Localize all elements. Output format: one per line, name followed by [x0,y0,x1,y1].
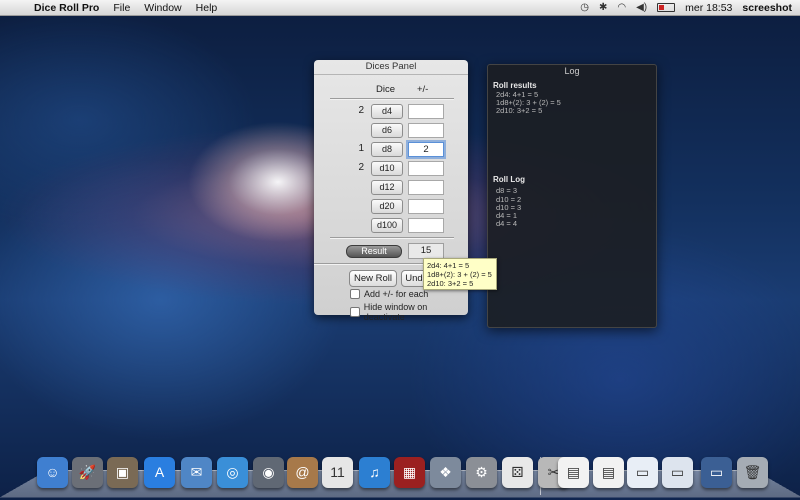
checkbox-box[interactable] [350,307,360,317]
d10-button[interactable]: d10 [371,161,403,176]
dice-icon[interactable]: ⚄ [502,457,533,488]
dice-row-d20: d20 [314,198,468,214]
status-area: ◷ ✱ ◠ ◀) mer 18:53 screeshot [580,0,792,15]
wifi-icon[interactable]: ◠ [617,2,626,13]
dice-row-d8: 1 d8 2 [314,141,468,157]
window-icon-2[interactable]: ▭ [662,457,693,488]
launchpad-icon[interactable]: 🚀 [72,457,103,488]
battery-icon[interactable] [657,3,676,12]
checkbox-label: Add +/- for each [364,289,429,299]
clock[interactable]: mer 18:53 [685,2,732,14]
trash-icon[interactable]: 🗑 [737,457,768,488]
finder-icon[interactable]: ☺ [37,457,68,488]
dice-count: 2 [358,105,364,116]
log-line: d4 = 4 [496,219,518,228]
dice-row-d4: 2 d4 [314,103,468,119]
add-modifier-checkbox[interactable]: Add +/- for each [350,289,428,299]
result-line: 2d10: 3+2 = 5 [496,106,543,115]
col-mod-header: +/- [417,84,429,95]
hide-window-checkbox[interactable]: Hide window on deactivate [350,302,468,322]
app-menu[interactable]: Dice Roll Pro [34,2,99,14]
d4-modifier-field[interactable] [408,104,444,119]
facetime-icon[interactable]: ◉ [253,457,284,488]
menu-bar: Dice Roll Pro File Window Help ◷ ✱ ◠ ◀) … [0,0,800,16]
address-book-icon[interactable]: @ [287,457,318,488]
d6-modifier-field[interactable] [408,123,444,138]
calendar-icon[interactable]: 11 [322,457,353,488]
checkbox-label: Hide window on deactivate [363,302,428,322]
tooltip-line: 1d8+(2): 3 + (2) = 5 [427,270,492,279]
bluetooth-icon[interactable]: ✱ [599,2,607,13]
dice-row-d100: d100 [314,217,468,233]
log-window: Log Roll results 2d4: 4+1 = 5 1d8+(2): 3… [487,64,657,328]
app-store-icon[interactable]: A [144,457,175,488]
window-icon[interactable]: ▭ [627,457,658,488]
divider [330,98,454,100]
roll-log-heading: Roll Log [493,175,525,184]
log-line: d8 = 3 [496,186,518,195]
volume-icon[interactable]: ◀) [636,2,647,13]
time-machine-icon[interactable]: ◷ [580,2,589,13]
d8-modifier-field[interactable]: 2 [408,142,444,157]
desktop-icon[interactable]: ▭ [701,457,732,488]
new-roll-button[interactable]: New Roll [349,270,397,287]
d20-modifier-field[interactable] [408,199,444,214]
result-value: 15 [408,243,444,259]
document-icon[interactable]: ▤ [558,457,589,488]
result-tooltip: 2d4: 4+1 = 5 1d8+(2): 3 + (2) = 5 2d10: … [423,258,497,290]
roll-results-heading: Roll results [493,81,537,90]
panel-title: Dices Panel [314,60,468,75]
d100-modifier-field[interactable] [408,218,444,233]
d12-button[interactable]: d12 [371,180,403,195]
d10-modifier-field[interactable] [408,161,444,176]
dice-count: 2 [358,162,364,173]
dice-count: 1 [358,143,364,154]
dice-row-d10: 2 d10 [314,160,468,176]
menu-window[interactable]: Window [144,2,181,14]
system-preferences-icon[interactable]: ⚙ [466,457,497,488]
safari-icon[interactable]: ◎ [217,457,248,488]
dice-row-d12: d12 [314,179,468,195]
itunes-icon[interactable]: ♫ [359,457,390,488]
result-button[interactable]: Result [346,245,402,258]
d100-button[interactable]: d100 [371,218,403,233]
photo-icon[interactable]: ▣ [107,457,138,488]
d4-button[interactable]: d4 [371,104,403,119]
photo-booth-icon[interactable]: ▦ [394,457,425,488]
dock: ☺ 🚀 ▣ A ✉ ◎ ◉ @11 ♫ ▦ ❖ ⚙ ⚄ ✂ ▤ ▤ ▭ ▭ ▭ 🗑 [0,447,800,500]
col-dice-header: Dice [376,84,396,95]
d6-button[interactable]: d6 [371,123,403,138]
d20-button[interactable]: d20 [371,199,403,214]
document-icon-2[interactable]: ▤ [593,457,624,488]
d8-button[interactable]: d8 [371,142,403,157]
tooltip-line: 2d4: 4+1 = 5 [427,261,470,270]
dice-row-d6: d6 [314,122,468,138]
d12-modifier-field[interactable] [408,180,444,195]
menu-file[interactable]: File [113,2,130,14]
user-menu[interactable]: screeshot [742,2,792,14]
tooltip-line: 2d10: 3+2 = 5 [427,279,474,288]
divider [330,237,454,239]
log-title: Log [564,66,580,76]
mail-stamp-icon[interactable]: ✉ [181,457,212,488]
checkbox-box[interactable] [350,289,360,299]
menu-help[interactable]: Help [196,2,218,14]
preview-icon[interactable]: ❖ [430,457,461,488]
